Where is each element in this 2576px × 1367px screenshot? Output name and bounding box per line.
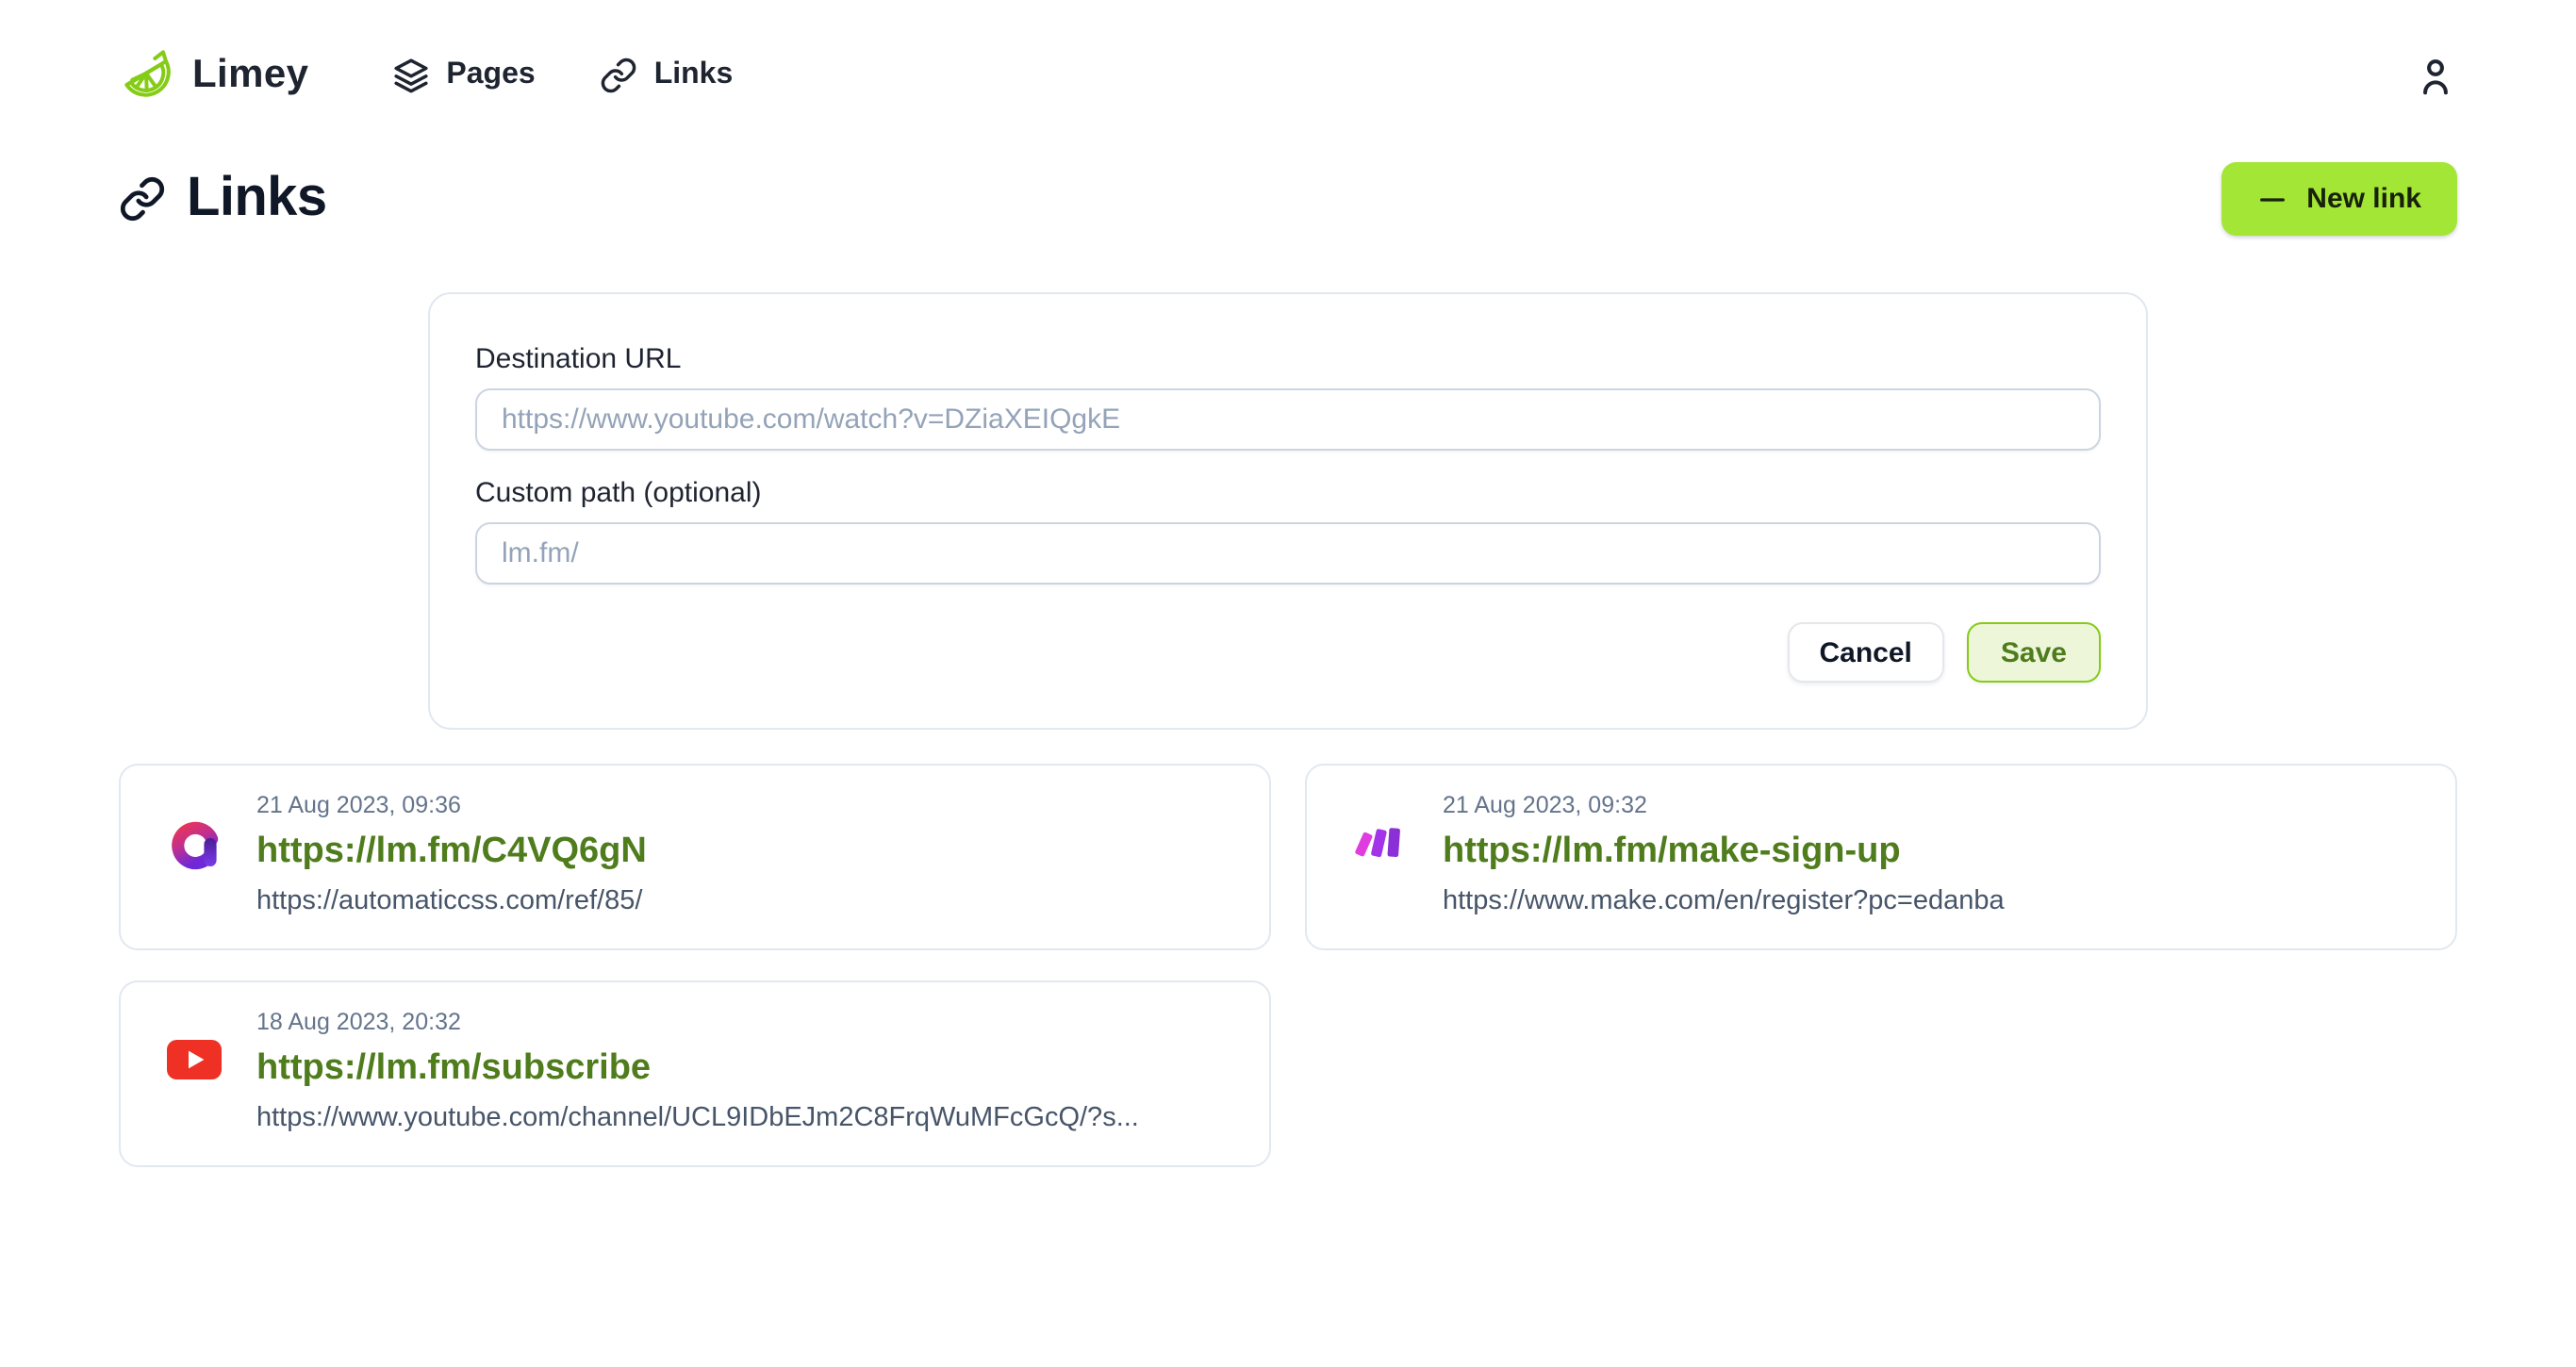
limey-app: Limey Pages <box>0 0 2576 1367</box>
custom-path-input[interactable] <box>475 522 2101 585</box>
minus-icon <box>2257 184 2287 214</box>
short-url-link[interactable]: https://lm.fm/C4VQ6gN <box>256 826 647 877</box>
form-actions: Cancel Save <box>475 622 2101 683</box>
link-icon <box>600 57 637 94</box>
automaticcss-logo <box>166 815 223 871</box>
destination-url-text: https://automaticcss.com/ref/85/ <box>256 882 647 920</box>
destination-url-text: https://www.youtube.com/channel/UCL9IDbE… <box>256 1099 1139 1137</box>
link-info: 21 Aug 2023, 09:36 https://lm.fm/C4VQ6gN… <box>256 790 647 920</box>
destination-field-group: Destination URL <box>475 343 2101 451</box>
save-button[interactable]: Save <box>1967 622 2101 683</box>
page-title-link-icon <box>119 175 166 222</box>
app-header: Limey Pages <box>0 0 2576 113</box>
custom-path-label: Custom path (optional) <box>475 477 2101 509</box>
new-link-form: Destination URL Custom path (optional) C… <box>428 292 2148 730</box>
brand-limey[interactable]: Limey <box>119 47 308 104</box>
link-card[interactable]: 21 Aug 2023, 09:36 https://lm.fm/C4VQ6gN… <box>119 764 1271 950</box>
layers-icon <box>391 57 429 94</box>
destination-url-label: Destination URL <box>475 343 2101 375</box>
make-logo <box>1352 815 1409 871</box>
destination-url-text: https://www.make.com/en/register?pc=edan… <box>1443 882 2005 920</box>
nav-pages-label: Pages <box>446 58 535 92</box>
links-list: 21 Aug 2023, 09:36 https://lm.fm/C4VQ6gN… <box>119 764 2457 1167</box>
nav-item-pages[interactable]: Pages <box>391 57 535 94</box>
link-date: 21 Aug 2023, 09:32 <box>1443 790 2005 822</box>
main-content: Links New link Destination URL Custom pa… <box>119 162 2457 1167</box>
account-button[interactable] <box>2414 54 2457 97</box>
nav-links-label: Links <box>654 58 734 92</box>
new-link-label: New link <box>2306 183 2421 215</box>
destination-url-input[interactable] <box>475 388 2101 451</box>
link-card[interactable]: 21 Aug 2023, 09:32 https://lm.fm/make-si… <box>1305 764 2457 950</box>
link-info: 18 Aug 2023, 20:32 https://lm.fm/subscri… <box>256 1007 1139 1137</box>
lime-logo-icon <box>119 47 175 104</box>
youtube-logo <box>166 1031 223 1088</box>
link-date: 18 Aug 2023, 20:32 <box>256 1007 1139 1039</box>
new-link-button[interactable]: New link <box>2221 162 2457 236</box>
custom-path-field-group: Custom path (optional) <box>475 477 2101 585</box>
link-date: 21 Aug 2023, 09:36 <box>256 790 647 822</box>
page-title: Links <box>187 168 327 230</box>
link-card[interactable]: 18 Aug 2023, 20:32 https://lm.fm/subscri… <box>119 980 1271 1167</box>
link-info: 21 Aug 2023, 09:32 https://lm.fm/make-si… <box>1443 790 2005 920</box>
short-url-link[interactable]: https://lm.fm/make-sign-up <box>1443 826 2005 877</box>
brand-name: Limey <box>192 53 308 98</box>
person-icon <box>2414 54 2457 97</box>
short-url-link[interactable]: https://lm.fm/subscribe <box>256 1043 1139 1094</box>
cancel-button[interactable]: Cancel <box>1788 622 1944 683</box>
nav-item-links[interactable]: Links <box>600 57 734 94</box>
main-nav: Pages Links <box>391 57 733 94</box>
title-row: Links New link <box>119 162 2457 236</box>
